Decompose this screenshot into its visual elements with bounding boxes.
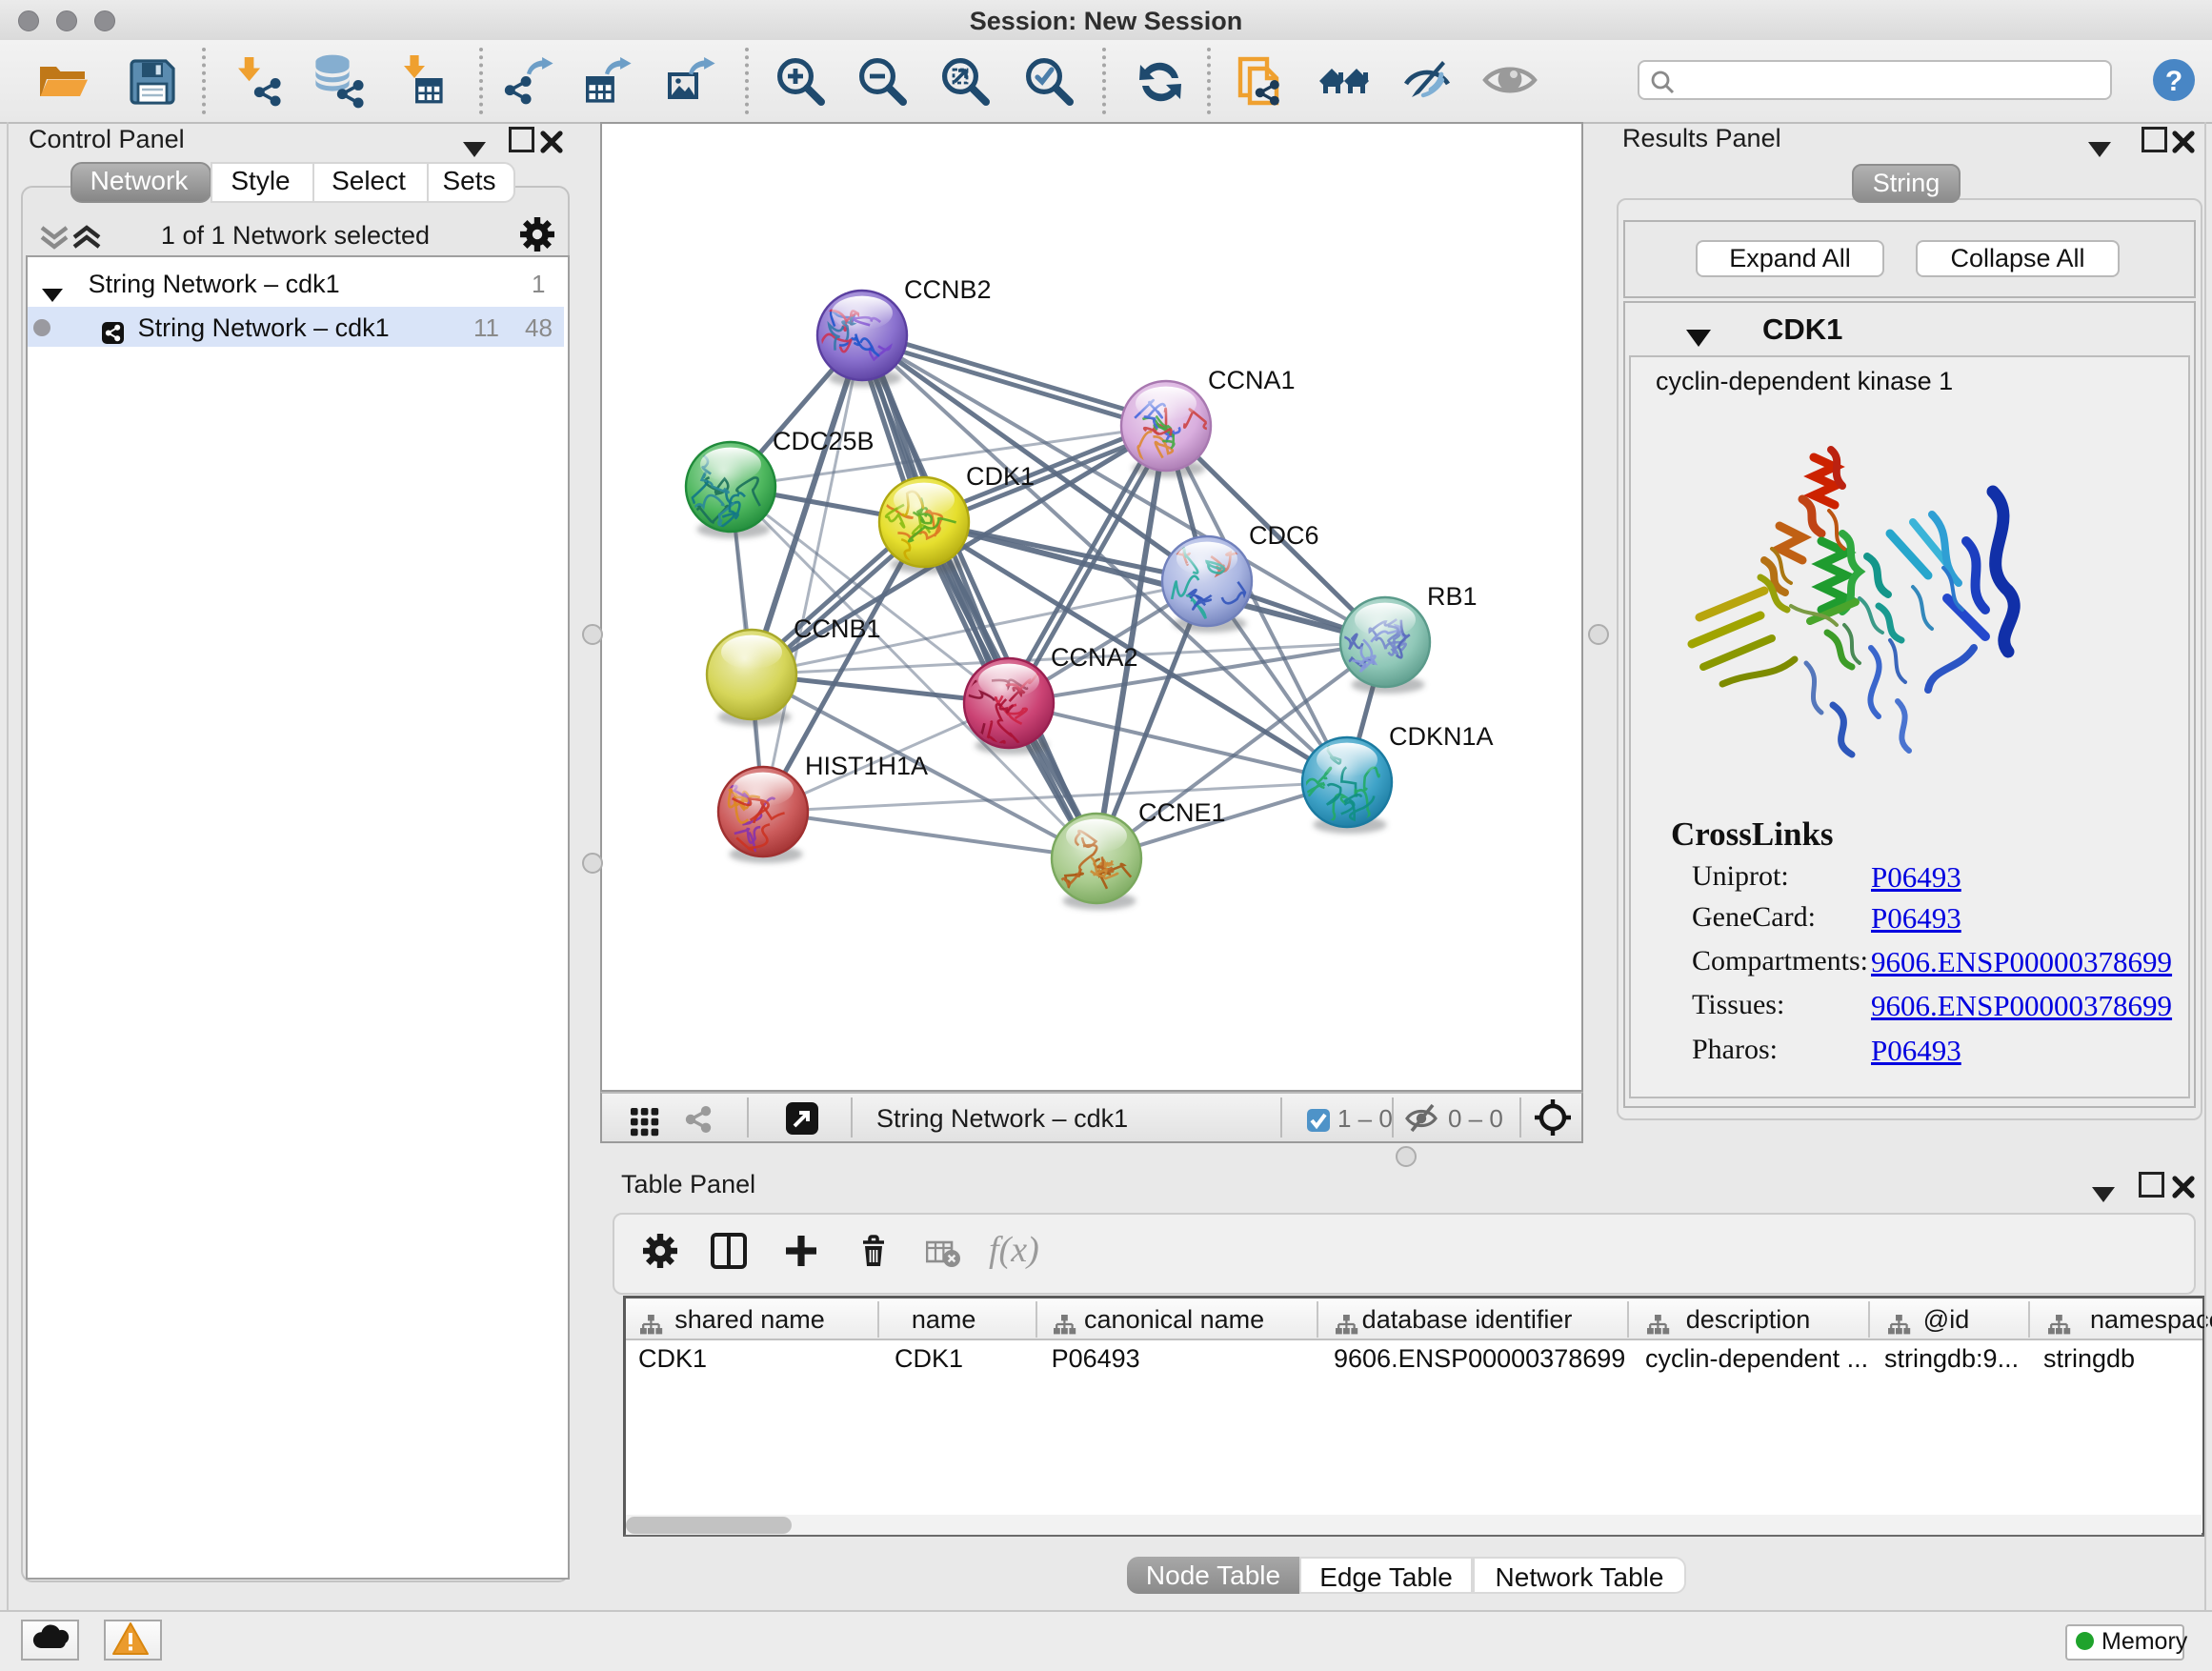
svg-text:CCNE1: CCNE1 — [1138, 798, 1226, 827]
svg-text:HIST1H1A: HIST1H1A — [805, 752, 928, 780]
svg-text:CDKN1A: CDKN1A — [1389, 722, 1494, 751]
svg-text:?: ? — [2165, 66, 2182, 97]
svg-text:CCNB2: CCNB2 — [904, 275, 992, 304]
svg-text:CCNA2: CCNA2 — [1051, 643, 1138, 672]
svg-text:CDC6: CDC6 — [1249, 521, 1319, 550]
svg-text:CCNA1: CCNA1 — [1208, 366, 1296, 394]
svg-text:CDK1: CDK1 — [966, 462, 1035, 491]
svg-text:CDC25B: CDC25B — [773, 427, 875, 455]
svg-text:RB1: RB1 — [1427, 582, 1478, 611]
svg-text:CCNB1: CCNB1 — [794, 614, 881, 643]
